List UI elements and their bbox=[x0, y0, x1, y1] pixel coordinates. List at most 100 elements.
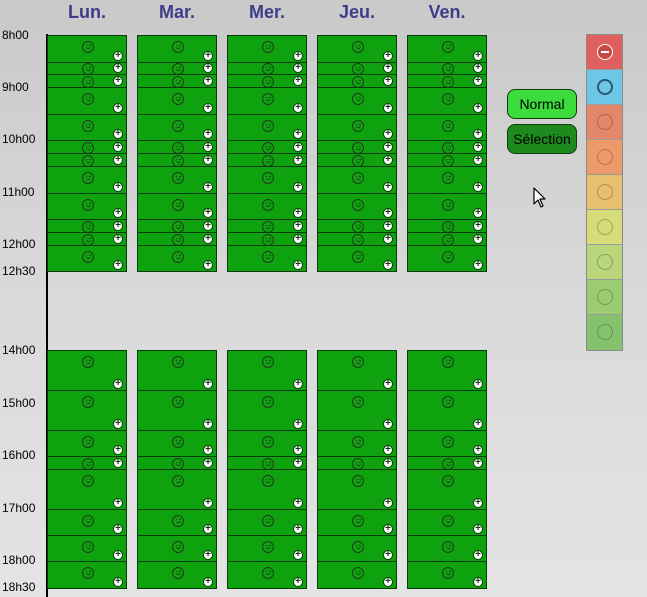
time-slot-mer[interactable]: + bbox=[227, 245, 307, 272]
add-icon[interactable]: + bbox=[473, 63, 483, 73]
add-icon[interactable]: + bbox=[203, 260, 213, 270]
add-icon[interactable]: + bbox=[293, 142, 303, 152]
time-slot-mer[interactable]: + bbox=[227, 469, 307, 510]
add-icon[interactable]: + bbox=[383, 550, 393, 560]
add-icon[interactable]: + bbox=[293, 208, 303, 218]
add-icon[interactable]: + bbox=[383, 445, 393, 455]
time-slot-mar[interactable]: + bbox=[137, 509, 217, 536]
time-slot-ven[interactable]: + bbox=[407, 140, 487, 154]
add-icon[interactable]: + bbox=[293, 458, 303, 468]
mood-swatch-very-happy-face[interactable] bbox=[587, 315, 622, 350]
add-icon[interactable]: + bbox=[203, 221, 213, 231]
time-slot-jeu[interactable]: + bbox=[317, 193, 397, 220]
time-slot-jeu[interactable]: + bbox=[317, 74, 397, 88]
add-icon[interactable]: + bbox=[473, 76, 483, 86]
time-slot-ven[interactable]: + bbox=[407, 232, 487, 246]
add-icon[interactable]: + bbox=[383, 379, 393, 389]
time-slot-mar[interactable]: + bbox=[137, 245, 217, 272]
add-icon[interactable]: + bbox=[203, 129, 213, 139]
add-icon[interactable]: + bbox=[383, 260, 393, 270]
time-slot-mar[interactable]: + bbox=[137, 456, 217, 470]
time-slot-lun[interactable]: + bbox=[47, 153, 127, 167]
add-icon[interactable]: + bbox=[203, 419, 213, 429]
add-icon[interactable]: + bbox=[113, 221, 123, 231]
time-slot-mar[interactable]: + bbox=[137, 35, 217, 63]
mood-swatch-neutral-face[interactable] bbox=[587, 175, 622, 210]
time-slot-lun[interactable]: + bbox=[47, 193, 127, 220]
time-slot-mer[interactable]: + bbox=[227, 561, 307, 589]
time-slot-jeu[interactable]: + bbox=[317, 35, 397, 63]
add-icon[interactable]: + bbox=[383, 76, 393, 86]
add-icon[interactable]: + bbox=[383, 419, 393, 429]
add-icon[interactable]: + bbox=[473, 142, 483, 152]
time-slot-lun[interactable]: + bbox=[47, 245, 127, 272]
add-icon[interactable]: + bbox=[293, 419, 303, 429]
add-icon[interactable]: + bbox=[383, 234, 393, 244]
time-slot-jeu[interactable]: + bbox=[317, 245, 397, 272]
time-slot-mar[interactable]: + bbox=[137, 166, 217, 194]
add-icon[interactable]: + bbox=[203, 498, 213, 508]
add-icon[interactable]: + bbox=[203, 577, 213, 587]
add-icon[interactable]: + bbox=[203, 142, 213, 152]
add-icon[interactable]: + bbox=[473, 234, 483, 244]
time-slot-mer[interactable]: + bbox=[227, 232, 307, 246]
add-icon[interactable]: + bbox=[293, 498, 303, 508]
add-icon[interactable]: + bbox=[473, 419, 483, 429]
time-slot-mar[interactable]: + bbox=[137, 153, 217, 167]
add-icon[interactable]: + bbox=[203, 155, 213, 165]
mood-swatch-smile-face[interactable] bbox=[587, 245, 622, 280]
add-icon[interactable]: + bbox=[113, 419, 123, 429]
time-slot-lun[interactable]: + bbox=[47, 232, 127, 246]
add-icon[interactable]: + bbox=[383, 458, 393, 468]
mood-swatch-headset[interactable] bbox=[587, 70, 622, 105]
add-icon[interactable]: + bbox=[293, 221, 303, 231]
add-icon[interactable]: + bbox=[113, 76, 123, 86]
time-slot-lun[interactable]: + bbox=[47, 561, 127, 589]
time-slot-jeu[interactable]: + bbox=[317, 535, 397, 562]
mood-swatch-minus[interactable] bbox=[587, 35, 622, 70]
add-icon[interactable]: + bbox=[203, 234, 213, 244]
time-slot-mar[interactable]: + bbox=[137, 535, 217, 562]
add-icon[interactable]: + bbox=[383, 51, 393, 61]
time-slot-mer[interactable]: + bbox=[227, 219, 307, 233]
time-slot-mar[interactable]: + bbox=[137, 114, 217, 141]
time-slot-lun[interactable]: + bbox=[47, 350, 127, 391]
time-slot-lun[interactable]: + bbox=[47, 140, 127, 154]
add-icon[interactable]: + bbox=[113, 129, 123, 139]
time-slot-lun[interactable]: + bbox=[47, 456, 127, 470]
add-icon[interactable]: + bbox=[383, 577, 393, 587]
add-icon[interactable]: + bbox=[113, 260, 123, 270]
add-icon[interactable]: + bbox=[113, 234, 123, 244]
time-slot-mer[interactable]: + bbox=[227, 114, 307, 141]
time-slot-mer[interactable]: + bbox=[227, 509, 307, 536]
time-slot-ven[interactable]: + bbox=[407, 87, 487, 115]
add-icon[interactable]: + bbox=[473, 524, 483, 534]
add-icon[interactable]: + bbox=[113, 577, 123, 587]
time-slot-mar[interactable]: + bbox=[137, 390, 217, 431]
add-icon[interactable]: + bbox=[113, 182, 123, 192]
add-icon[interactable]: + bbox=[293, 63, 303, 73]
add-icon[interactable]: + bbox=[293, 445, 303, 455]
add-icon[interactable]: + bbox=[113, 103, 123, 113]
time-slot-jeu[interactable]: + bbox=[317, 430, 397, 457]
time-slot-mar[interactable]: + bbox=[137, 469, 217, 510]
add-icon[interactable]: + bbox=[383, 524, 393, 534]
time-slot-mar[interactable]: + bbox=[137, 87, 217, 115]
time-slot-lun[interactable]: + bbox=[47, 219, 127, 233]
time-slot-jeu[interactable]: + bbox=[317, 469, 397, 510]
add-icon[interactable]: + bbox=[113, 155, 123, 165]
add-icon[interactable]: + bbox=[293, 577, 303, 587]
time-slot-jeu[interactable]: + bbox=[317, 509, 397, 536]
time-slot-jeu[interactable]: + bbox=[317, 166, 397, 194]
add-icon[interactable]: + bbox=[113, 458, 123, 468]
add-icon[interactable]: + bbox=[293, 129, 303, 139]
add-icon[interactable]: + bbox=[113, 550, 123, 560]
time-slot-mer[interactable]: + bbox=[227, 74, 307, 88]
time-slot-lun[interactable]: + bbox=[47, 430, 127, 457]
add-icon[interactable]: + bbox=[203, 103, 213, 113]
time-slot-mer[interactable]: + bbox=[227, 166, 307, 194]
time-slot-mer[interactable]: + bbox=[227, 193, 307, 220]
time-slot-lun[interactable]: + bbox=[47, 469, 127, 510]
add-icon[interactable]: + bbox=[383, 103, 393, 113]
add-icon[interactable]: + bbox=[113, 379, 123, 389]
